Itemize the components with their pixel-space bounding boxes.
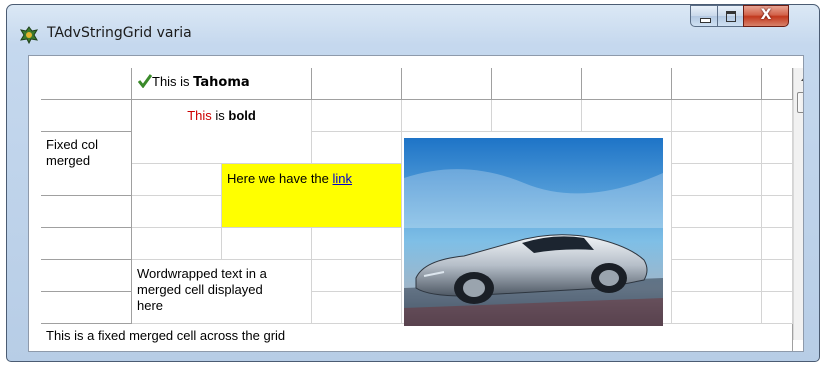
cell-r3c7[interactable] xyxy=(672,164,762,196)
cell-r1c8[interactable] xyxy=(762,100,793,132)
cell-r5c3[interactable] xyxy=(312,228,402,260)
fixed-cell-tahoma[interactable]: This is Tahoma xyxy=(132,68,312,100)
fixed-cell-r0c5 xyxy=(492,68,582,100)
vertical-scrollbar[interactable] xyxy=(793,68,803,340)
fixed-col-merged-label: Fixed col merged xyxy=(46,137,99,168)
link-prefix: Here we have the xyxy=(227,171,333,186)
cell-r4c7[interactable] xyxy=(672,196,762,228)
cell-r1c3[interactable] xyxy=(312,100,402,132)
fixed-cell-r1c0 xyxy=(41,100,132,132)
cell-r2c8[interactable] xyxy=(762,132,793,164)
cell-r7c7[interactable] xyxy=(672,292,762,324)
cell-r1c6[interactable] xyxy=(582,100,672,132)
cell-r4c8[interactable] xyxy=(762,196,793,228)
cell-r7c3[interactable] xyxy=(312,292,402,324)
cell-r1c4[interactable] xyxy=(402,100,492,132)
fixed-cell-r0c6 xyxy=(582,68,672,100)
cell-r6c7[interactable] xyxy=(672,260,762,292)
fixed-cell-r5c0 xyxy=(41,228,132,260)
cell-r3c8[interactable] xyxy=(762,164,793,196)
maximize-button[interactable] xyxy=(717,5,744,27)
fixed-cell-r0c8 xyxy=(762,68,793,100)
fixed-cell-r4c0 xyxy=(41,196,132,228)
cell-r4c1[interactable] xyxy=(132,196,222,228)
app-window: TAdvStringGrid varia X This is Tahoma Th… xyxy=(6,4,820,362)
check-icon xyxy=(137,74,153,89)
cell-link[interactable]: Here we have the link xyxy=(222,164,402,228)
cell-r5c7[interactable] xyxy=(672,228,762,260)
fixed-col-merged: Fixed col merged xyxy=(41,132,132,196)
fixed-cell-r0c3 xyxy=(312,68,402,100)
cell-r1c7[interactable] xyxy=(672,100,762,132)
cell-r6c8[interactable] xyxy=(762,260,793,292)
fixed-cell-r0c7 xyxy=(672,68,762,100)
app-icon xyxy=(19,26,39,45)
bold-prefix: This xyxy=(187,108,212,123)
cell-wordwrap[interactable]: Wordwrapped text in a merged cell displa… xyxy=(132,260,312,324)
maximize-icon xyxy=(726,11,736,22)
close-button[interactable]: X xyxy=(743,5,789,27)
cell-r2c7[interactable] xyxy=(672,132,762,164)
fixed-cell-r0c0 xyxy=(41,68,132,100)
link[interactable]: link xyxy=(333,171,353,186)
minimize-button[interactable] xyxy=(690,5,718,27)
fixed-cell-r0c4 xyxy=(402,68,492,100)
cell-r7c8[interactable] xyxy=(762,292,793,324)
wordwrap-text: Wordwrapped text in a merged cell displa… xyxy=(137,266,267,313)
fixed-cell-r7c0 xyxy=(41,292,132,324)
window-title: TAdvStringGrid varia xyxy=(47,25,192,41)
car-image xyxy=(404,138,663,326)
cell-r2c3[interactable] xyxy=(312,132,402,164)
cell-r5c1[interactable] xyxy=(132,228,222,260)
close-icon: X xyxy=(760,7,772,23)
fixed-row-merged-label: This is a fixed merged cell across the g… xyxy=(46,328,286,343)
minimize-icon xyxy=(700,18,711,23)
cell-r5c8[interactable] xyxy=(762,228,793,260)
cell-r5c2[interactable] xyxy=(222,228,312,260)
cell-r3c1[interactable] xyxy=(132,164,222,196)
scroll-thumb[interactable] xyxy=(797,92,803,113)
tahoma-bold: Tahoma xyxy=(193,75,250,90)
cell-bold[interactable]: This is bold xyxy=(132,100,312,164)
grid-container: This is Tahoma This is bold Fixed col me… xyxy=(28,55,804,352)
tahoma-prefix: This is xyxy=(152,74,194,89)
title-bar[interactable]: TAdvStringGrid varia X xyxy=(7,5,819,55)
fixed-row-merged: This is a fixed merged cell across the g… xyxy=(41,324,793,351)
fixed-cell-r6c0 xyxy=(41,260,132,292)
bold-word: bold xyxy=(228,108,256,123)
cell-r1c5[interactable] xyxy=(492,100,582,132)
bold-mid: is xyxy=(211,108,229,123)
scroll-up-arrow-icon[interactable] xyxy=(794,68,803,88)
cell-r6c3[interactable] xyxy=(312,260,402,292)
